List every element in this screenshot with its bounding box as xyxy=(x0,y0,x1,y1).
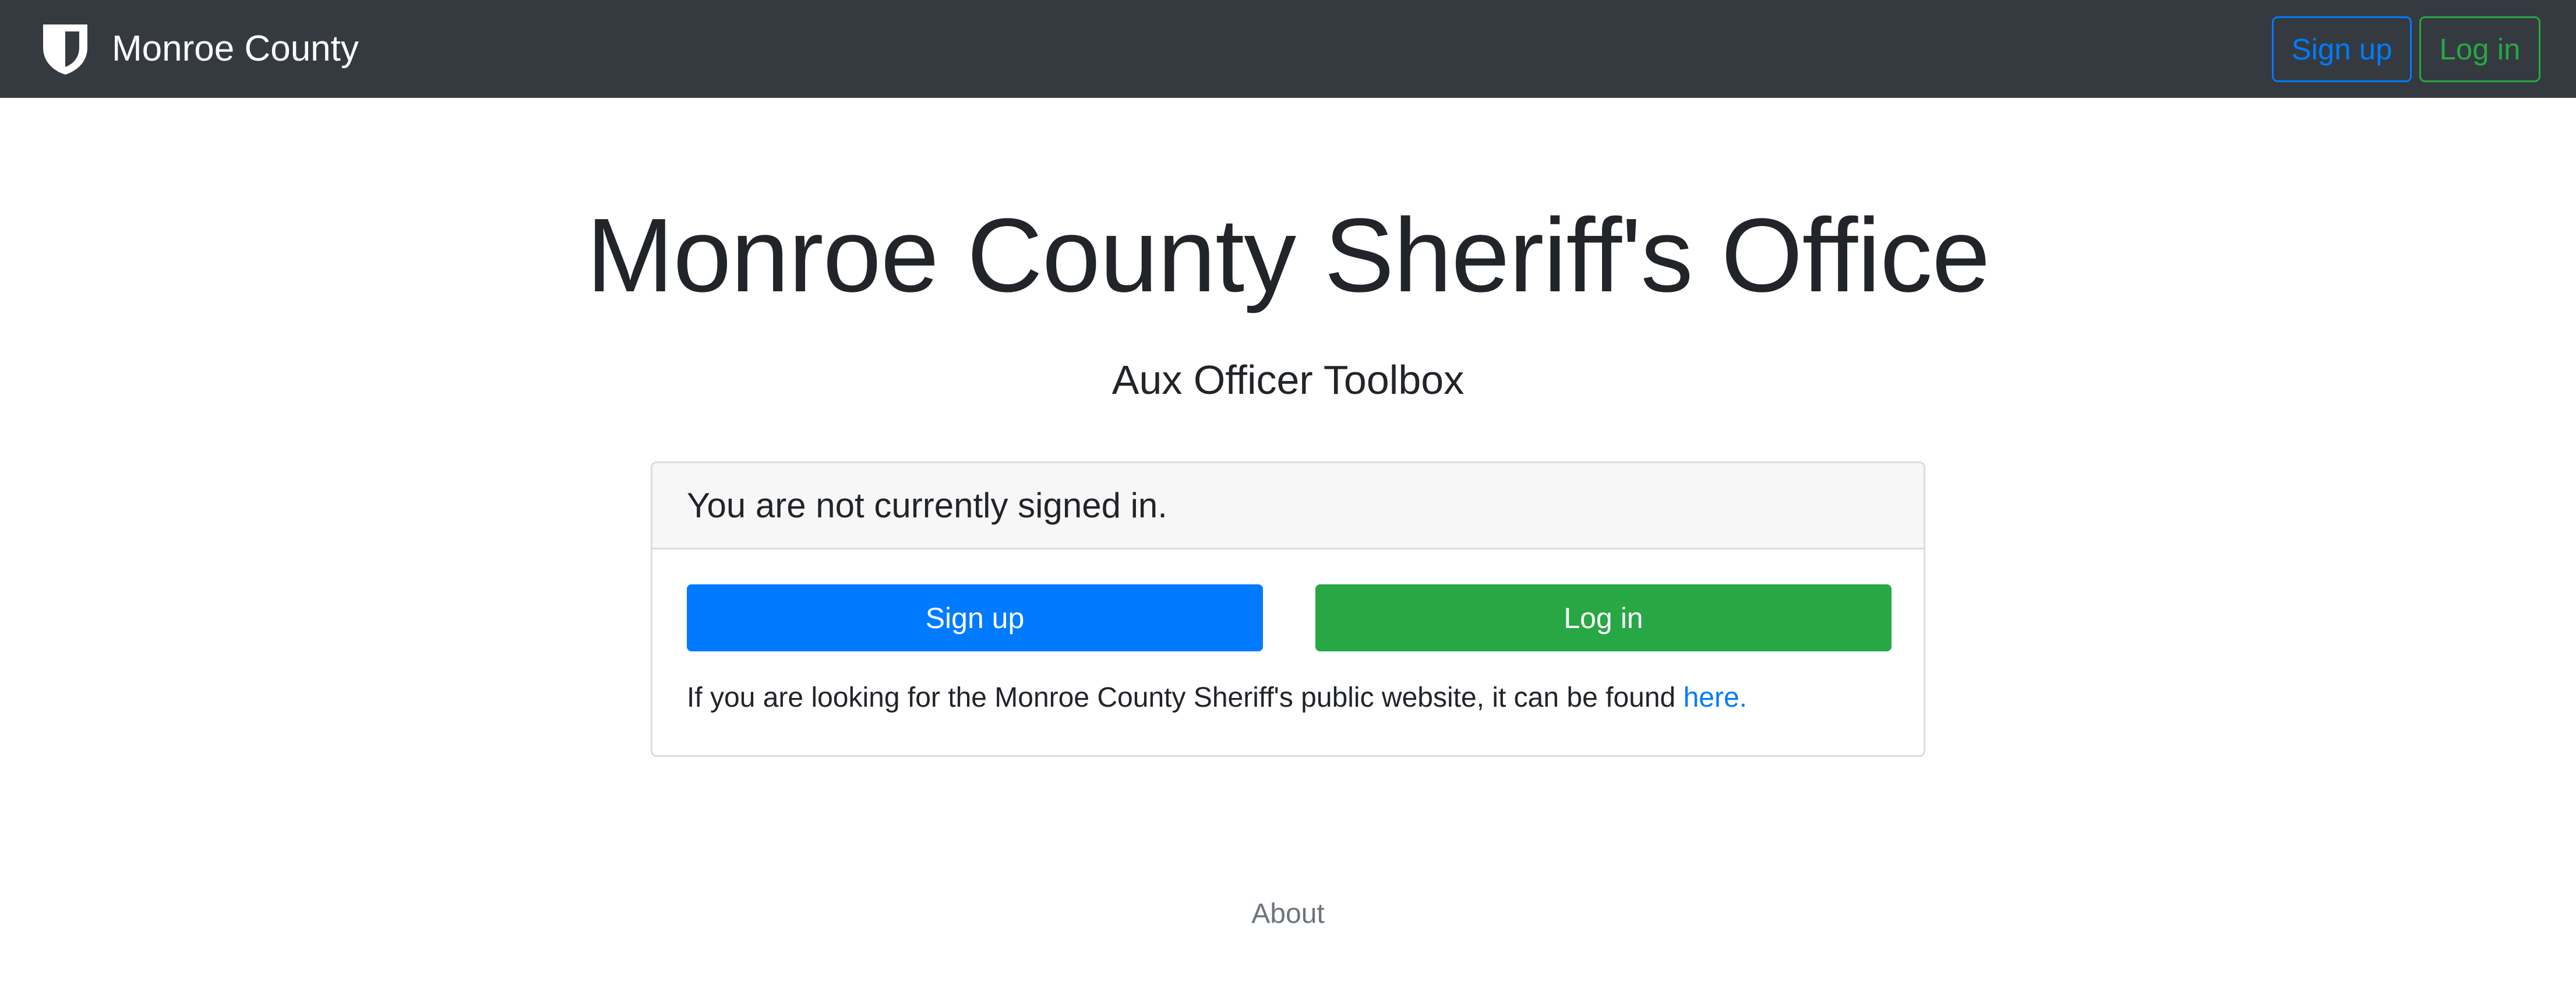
signin-status-text: You are not currently signed in. xyxy=(687,485,1167,525)
about-link[interactable]: About xyxy=(1251,898,1324,929)
page-subtitle: Aux Officer Toolbox xyxy=(1111,357,1465,403)
page-title: Monroe County Sheriff's Office xyxy=(586,197,1991,314)
nav-signup-button[interactable]: Sign up xyxy=(2272,16,2412,82)
signin-card: You are not currently signed in. Sign up… xyxy=(651,461,1925,757)
login-button[interactable]: Log in xyxy=(1315,584,1892,651)
public-website-note-text: If you are looking for the Monroe County… xyxy=(687,682,1684,713)
public-website-link[interactable]: here. xyxy=(1684,682,1747,713)
top-navbar: Monroe County Sign up Log in xyxy=(0,0,2576,98)
nav-login-button[interactable]: Log in xyxy=(2419,16,2540,82)
brand-link[interactable]: Monroe County xyxy=(41,22,359,76)
brand-name: Monroe County xyxy=(112,29,359,69)
card-header: You are not currently signed in. xyxy=(652,463,1924,549)
signup-button[interactable]: Sign up xyxy=(687,584,1263,651)
public-website-note: If you are looking for the Monroe County… xyxy=(687,681,1747,715)
footer: About xyxy=(0,897,2576,931)
shield-icon xyxy=(43,24,87,75)
